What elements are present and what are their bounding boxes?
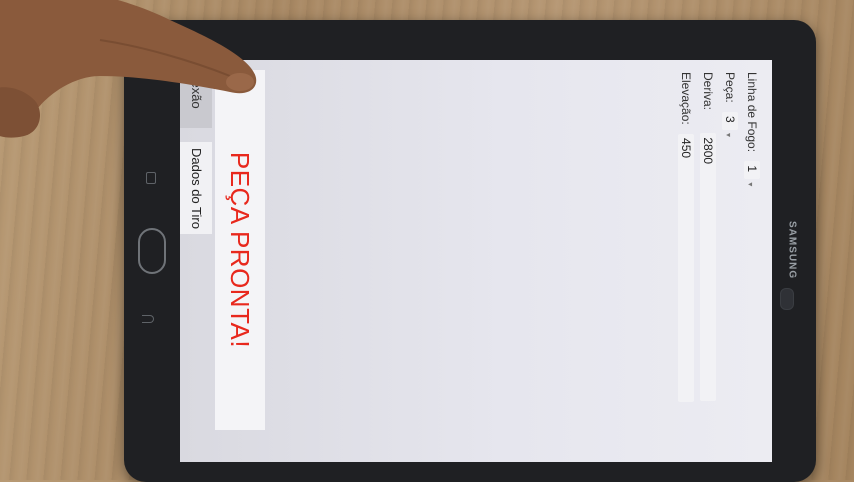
firing-line-label: Linha de Fogo: xyxy=(745,72,759,153)
deflection-field: Deriva: 2800 xyxy=(700,72,716,402)
piece-field: Peça: 3 ▾ xyxy=(722,72,738,137)
deflection-label: Deriva: xyxy=(701,72,715,111)
firing-line-field: Linha de Fogo: 1 ▾ xyxy=(744,72,760,186)
brand-logo: SAMSUNG xyxy=(786,220,798,280)
chevron-down-icon[interactable]: ▾ xyxy=(746,182,755,186)
app-content: Linha de Fogo: 1▾ Peça: 3▾ Deriva: 2800 … xyxy=(180,60,772,462)
status-banner: PEÇA PRONTA! xyxy=(215,70,265,430)
elevation-value: 450 xyxy=(678,134,694,403)
tab-shot-data[interactable]: Dados do Tiro xyxy=(180,142,212,234)
camera-icon xyxy=(780,288,794,310)
elevation-field: Elevação: 450 xyxy=(678,72,694,403)
deflection-value: 2800 xyxy=(700,133,716,402)
tab-connection[interactable]: onexão xyxy=(180,60,212,128)
home-button[interactable] xyxy=(138,228,166,274)
recent-apps-icon[interactable] xyxy=(146,172,156,184)
firing-line-select[interactable]: 1 xyxy=(744,161,760,180)
back-icon[interactable] xyxy=(142,315,154,323)
chevron-down-icon[interactable]: ▾ xyxy=(724,133,733,137)
piece-select[interactable]: 3 xyxy=(722,112,738,131)
app-screen: Linha de Fogo: 1▾ Peça: 3▾ Deriva: 2800 … xyxy=(180,60,772,462)
elevation-label: Elevação: xyxy=(679,72,693,125)
piece-label: Peça: xyxy=(723,72,737,103)
tablet-device: SAMSUNG Linha de Fogo: 1 ▾ Peça: 3 ▾ Deriv… xyxy=(124,20,816,482)
